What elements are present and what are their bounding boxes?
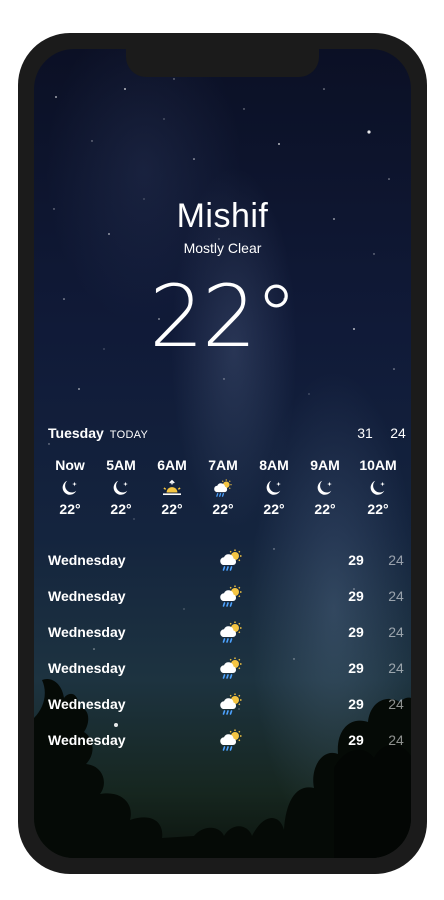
day-high: 29 bbox=[348, 660, 364, 676]
hour-label: 7AM bbox=[208, 457, 238, 473]
day-name: Wednesday bbox=[48, 588, 126, 604]
hour-label: 8AM bbox=[259, 457, 289, 473]
hour-temp: 22° bbox=[212, 501, 234, 517]
day-high: 29 bbox=[348, 696, 364, 712]
day-name: Wednesday bbox=[48, 624, 126, 640]
today-low: 24 bbox=[390, 425, 406, 441]
weather-screen: Mishif Mostly Clear 22° Tuesday TODAY 31 … bbox=[34, 49, 411, 858]
hour-label: 10AM bbox=[359, 457, 397, 473]
hour-temp: 22° bbox=[314, 501, 336, 517]
hourly-item: 6AM 22° bbox=[150, 457, 194, 517]
daily-forecast-row: Wednesday 29 24 bbox=[48, 657, 404, 681]
sun-cloud-rain-icon bbox=[218, 657, 244, 679]
hour-label: Now bbox=[55, 457, 85, 473]
hour-temp: 22° bbox=[110, 501, 132, 517]
day-low: 24 bbox=[388, 660, 404, 676]
hourly-item: 8AM 22° bbox=[252, 457, 296, 517]
current-temperature: 22° bbox=[149, 267, 297, 367]
hour-temp: 22° bbox=[263, 501, 285, 517]
day-low: 24 bbox=[388, 588, 404, 604]
daily-forecast-row: Wednesday 29 24 bbox=[48, 549, 404, 573]
device-notch bbox=[126, 49, 319, 77]
hour-label: 6AM bbox=[157, 457, 187, 473]
hour-temp: 22° bbox=[161, 501, 183, 517]
day-low: 24 bbox=[388, 624, 404, 640]
today-day-label: Tuesday bbox=[48, 425, 104, 441]
moon-star-icon bbox=[263, 479, 285, 497]
today-high: 31 bbox=[357, 425, 373, 441]
moon-star-icon bbox=[59, 479, 81, 497]
hourly-item: 10AM 22° bbox=[356, 457, 400, 517]
sun-cloud-rain-icon bbox=[218, 621, 244, 643]
weather-condition: Mostly Clear bbox=[183, 240, 262, 256]
hourly-item: 9AM 22° bbox=[303, 457, 347, 517]
day-high: 29 bbox=[348, 552, 364, 568]
sunrise-icon bbox=[161, 479, 183, 497]
moon-star-icon bbox=[314, 479, 336, 497]
today-tag: TODAY bbox=[109, 429, 149, 441]
day-high: 29 bbox=[348, 732, 364, 748]
daily-forecast-row: Wednesday 29 24 bbox=[48, 621, 404, 645]
hour-temp: 22° bbox=[367, 501, 389, 517]
sun-cloud-rain-icon bbox=[218, 693, 244, 715]
sun-cloud-rain-icon bbox=[212, 479, 234, 497]
hourly-forecast-strip[interactable]: Now 22° 5AM 22° 6AM 22° 7AM 22° 8AM 22° … bbox=[48, 457, 411, 527]
sun-cloud-rain-icon bbox=[218, 585, 244, 607]
day-low: 24 bbox=[388, 552, 404, 568]
daily-forecast-row: Wednesday 29 24 bbox=[48, 729, 404, 753]
day-name: Wednesday bbox=[48, 552, 126, 568]
phone-frame: Mishif Mostly Clear 22° Tuesday TODAY 31 … bbox=[18, 33, 427, 874]
day-high: 29 bbox=[348, 588, 364, 604]
hourly-item: 5AM 22° bbox=[99, 457, 143, 517]
hourly-item: 7AM 22° bbox=[201, 457, 245, 517]
day-high: 29 bbox=[348, 624, 364, 640]
day-low: 24 bbox=[388, 732, 404, 748]
sun-cloud-rain-icon bbox=[218, 549, 244, 571]
moon-star-icon bbox=[367, 479, 389, 497]
hour-label: 9AM bbox=[310, 457, 340, 473]
hour-temp: 22° bbox=[59, 501, 81, 517]
hourly-item: Now 22° bbox=[48, 457, 92, 517]
day-name: Wednesday bbox=[48, 660, 126, 676]
sun-cloud-rain-icon bbox=[218, 729, 244, 751]
daily-forecast-row: Wednesday 29 24 bbox=[48, 585, 404, 609]
city-name: Mishif bbox=[176, 197, 269, 235]
day-name: Wednesday bbox=[48, 732, 126, 748]
today-summary-row: Tuesday TODAY 31 24 bbox=[48, 425, 406, 441]
moon-star-icon bbox=[110, 479, 132, 497]
day-name: Wednesday bbox=[48, 696, 126, 712]
day-low: 24 bbox=[388, 696, 404, 712]
daily-forecast-row: Wednesday 29 24 bbox=[48, 693, 404, 717]
hour-label: 5AM bbox=[106, 457, 136, 473]
